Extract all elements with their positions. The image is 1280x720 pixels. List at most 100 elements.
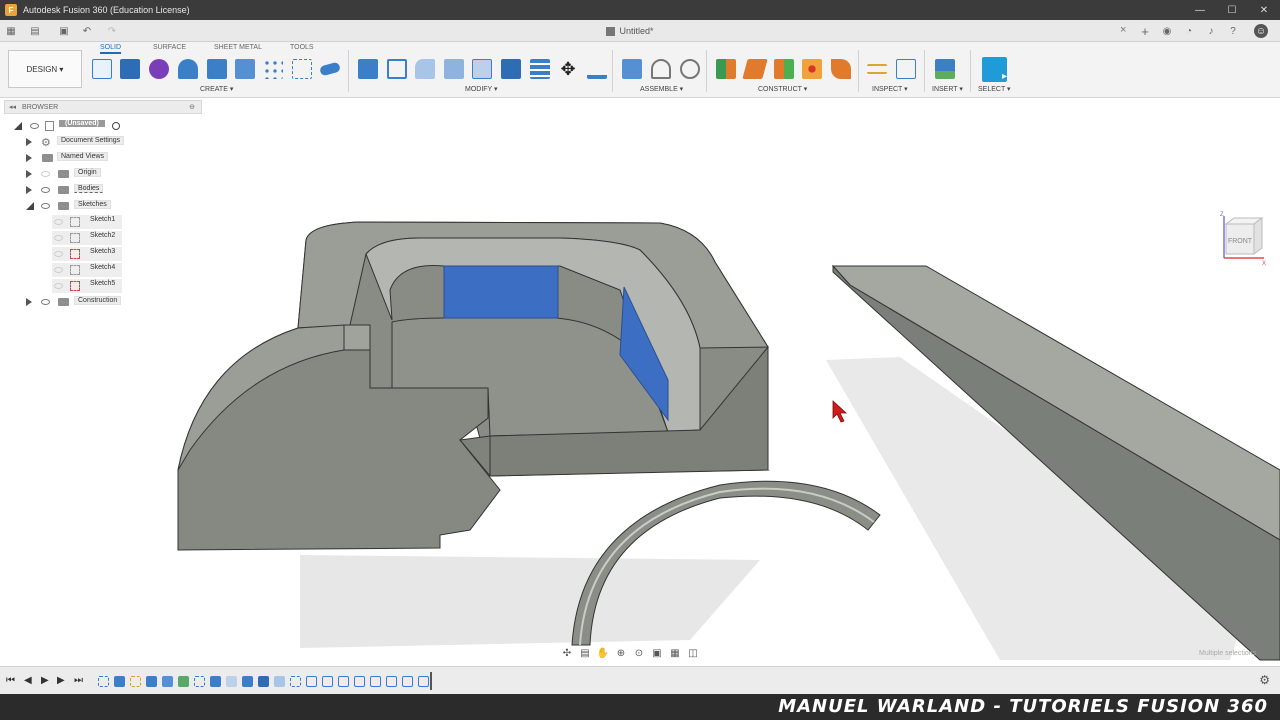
viewcube-icon[interactable]: FRONT Z X — [1216, 210, 1268, 266]
step-forward-icon[interactable]: ▶ — [57, 675, 65, 686]
inspect-menu[interactable]: INSPECT ▾ — [872, 85, 908, 93]
help-icon[interactable]: ? — [1226, 24, 1240, 38]
loft-icon[interactable] — [235, 59, 255, 79]
tree-root[interactable]: (Unsaved) — [0, 119, 205, 133]
revolve-icon[interactable] — [178, 59, 198, 79]
point-icon[interactable] — [802, 59, 822, 79]
tree-item-origin[interactable]: Origin — [0, 167, 205, 181]
pipe-icon[interactable] — [319, 61, 341, 77]
collapse-triangle-icon[interactable] — [14, 122, 22, 130]
step-back-icon[interactable]: ◀ — [24, 675, 32, 686]
tree-item-sketches[interactable]: Sketches — [0, 199, 205, 213]
timeline-feature[interactable] — [162, 676, 173, 687]
pattern-icon[interactable] — [263, 59, 283, 79]
timeline-feature[interactable] — [402, 676, 413, 687]
draft-icon[interactable] — [472, 59, 492, 79]
select-arrow-icon[interactable]: ▸ — [982, 57, 1007, 82]
measure-icon[interactable] — [867, 64, 887, 74]
tree-item-bodies[interactable]: Bodies — [0, 183, 205, 197]
visibility-eye-icon[interactable] — [41, 299, 50, 305]
viewcube-front-label[interactable]: FRONT — [1228, 238, 1253, 245]
display-settings-icon[interactable]: ▣ — [650, 647, 664, 659]
visibility-eye-icon[interactable] — [54, 219, 63, 225]
tree-item-construction[interactable]: Construction — [0, 295, 205, 309]
offset-plane-icon[interactable] — [716, 59, 736, 79]
workspace-switcher-button[interactable]: DESIGN ▾ — [8, 50, 82, 88]
construct-menu[interactable]: CONSTRUCT ▾ — [758, 85, 807, 93]
timeline-shell-feature[interactable] — [306, 676, 317, 687]
expand-triangle-icon[interactable] — [26, 154, 32, 162]
interference-icon[interactable] — [896, 59, 916, 79]
tree-item-sketch[interactable]: Sketch4 — [52, 263, 122, 277]
visibility-eye-icon[interactable] — [54, 235, 63, 241]
play-icon[interactable]: ▶ — [41, 675, 49, 686]
visibility-eye-icon[interactable] — [41, 203, 50, 209]
midplane-icon[interactable] — [774, 59, 794, 79]
new-tab-icon[interactable]: + — [1138, 24, 1152, 39]
browser-options-icon[interactable]: ⊖ — [189, 103, 195, 111]
go-to-end-icon[interactable]: ⏭ — [74, 675, 83, 686]
grid-icon[interactable]: ▦ — [4, 24, 18, 38]
undo-icon[interactable]: ↶ — [80, 24, 94, 38]
timeline-fillet-feature[interactable] — [226, 676, 237, 687]
timeline-shell-feature[interactable] — [322, 676, 333, 687]
motion-link-icon[interactable] — [680, 59, 700, 79]
create-form-icon[interactable] — [149, 59, 169, 79]
insert-canvas-icon[interactable] — [935, 59, 955, 79]
extensions-icon[interactable]: ◉ — [1160, 24, 1174, 38]
timeline-sketch-feature[interactable] — [98, 676, 109, 687]
tree-item-sketch[interactable]: Sketch5 — [52, 279, 122, 293]
align-icon[interactable] — [587, 59, 607, 79]
notifications-icon[interactable]: ♪ — [1204, 24, 1218, 38]
file-icon[interactable]: ▤ — [28, 24, 42, 38]
tree-item-sketch[interactable]: Sketch2 — [52, 231, 122, 245]
press-pull-icon[interactable] — [358, 59, 378, 79]
timeline-sketch-feature[interactable] — [290, 676, 301, 687]
timeline-feature[interactable] — [386, 676, 397, 687]
close-tab-icon[interactable]: × — [1120, 24, 1126, 36]
timeline-feature[interactable] — [338, 676, 349, 687]
expand-triangle-icon[interactable] — [26, 298, 32, 306]
timeline-sketch-feature[interactable] — [130, 676, 141, 687]
timeline-extrude-feature[interactable] — [146, 676, 157, 687]
settings-gear-icon[interactable]: ⚙ — [1259, 673, 1270, 687]
expand-triangle-icon[interactable] — [26, 186, 32, 194]
expand-triangle-icon[interactable] — [26, 138, 32, 146]
new-component-icon[interactable] — [622, 59, 642, 79]
save-icon[interactable]: ▣ — [57, 24, 71, 38]
timeline-construct-feature[interactable] — [178, 676, 189, 687]
user-avatar[interactable]: ☺ — [1254, 24, 1268, 38]
collapse-triangle-icon[interactable] — [26, 202, 34, 210]
minimize-button[interactable]: — — [1184, 0, 1216, 20]
visibility-eye-icon[interactable] — [54, 267, 63, 273]
tree-item-sketch[interactable]: Sketch3 — [52, 247, 122, 261]
assemble-menu[interactable]: ASSEMBLE ▾ — [640, 85, 683, 93]
plane-at-angle-icon[interactable] — [742, 59, 768, 79]
maximize-button[interactable]: ☐ — [1216, 0, 1248, 20]
timeline-feature[interactable] — [418, 676, 429, 687]
tree-item-sketch[interactable]: Sketch1 — [52, 215, 122, 229]
collapse-panel-icon[interactable]: ◂◂ — [9, 103, 16, 111]
browser-header[interactable]: ◂◂ BROWSER ⊖ — [4, 100, 202, 114]
sweep-icon[interactable] — [207, 59, 227, 79]
timeline-feature[interactable] — [370, 676, 381, 687]
select-menu[interactable]: SELECT ▾ — [978, 85, 1011, 93]
grid-snaps-icon[interactable]: ▦ — [668, 647, 682, 659]
chamfer-icon[interactable] — [444, 59, 464, 79]
create-menu[interactable]: CREATE ▾ — [200, 85, 233, 93]
viewports-icon[interactable]: ◫ — [686, 647, 700, 659]
tab-tools[interactable]: TOOLS — [290, 44, 314, 51]
modify-menu[interactable]: MODIFY ▾ — [465, 85, 498, 93]
job-status-icon[interactable]: ◔ — [1182, 24, 1196, 38]
fit-window-icon[interactable]: ⊙ — [632, 647, 646, 659]
zoom-icon[interactable]: ⊕ — [614, 647, 628, 659]
timeline-sketch-feature[interactable] — [194, 676, 205, 687]
mirror-icon[interactable] — [292, 59, 312, 79]
timeline-combine-feature[interactable] — [258, 676, 269, 687]
tree-item-named-views[interactable]: Named Views — [0, 151, 205, 165]
visibility-eye-icon[interactable] — [30, 123, 39, 129]
joint-icon[interactable] — [651, 59, 671, 79]
go-to-start-icon[interactable]: ⏮ — [6, 675, 15, 686]
tangent-plane-icon[interactable] — [831, 59, 851, 79]
timeline-fillet-feature[interactable] — [274, 676, 285, 687]
